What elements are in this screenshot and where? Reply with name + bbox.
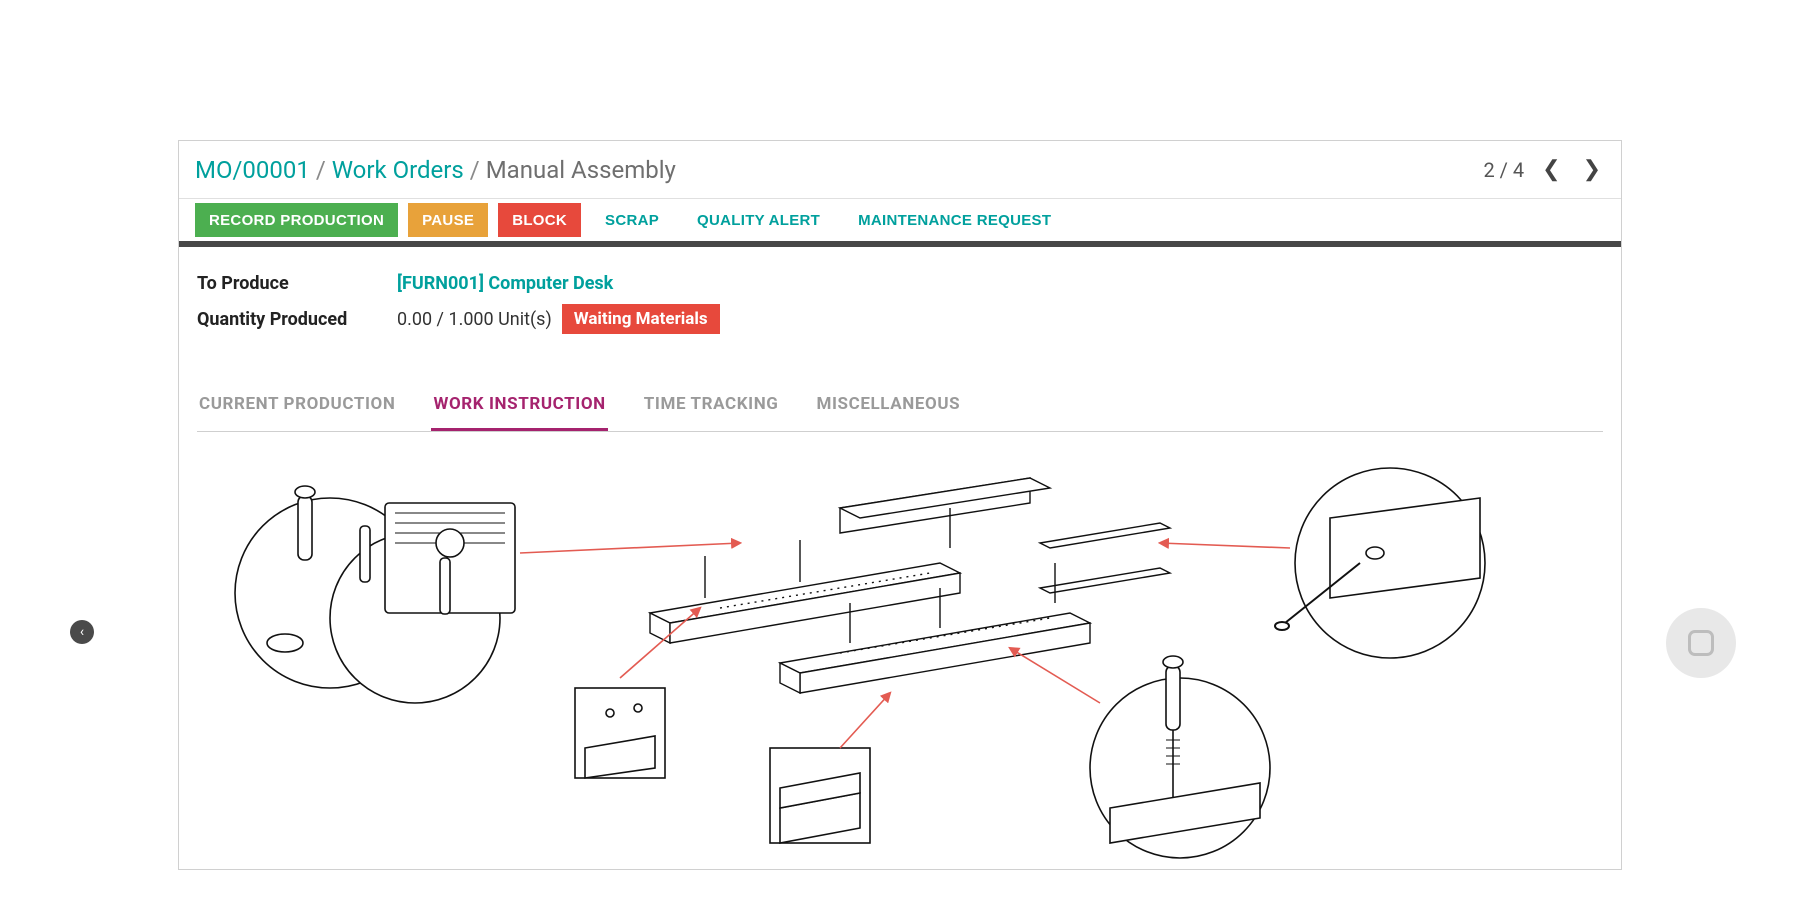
tabs: CURRENT PRODUCTION WORK INSTRUCTION TIME… [197, 382, 1603, 432]
to-produce-value[interactable]: [FURN001] Computer Desk [397, 273, 613, 294]
pager-count: 2 / 4 [1483, 158, 1524, 182]
action-bar: RECORD PRODUCTION PAUSE BLOCK SCRAP QUAL… [179, 199, 1621, 247]
assembly-diagram-svg [197, 448, 1603, 868]
quantity-produced-row: Quantity Produced 0.00 / 1.000 Unit(s) W… [197, 304, 1603, 334]
work-instruction-diagram [197, 448, 1603, 868]
tab-work-instruction[interactable]: WORK INSTRUCTION [431, 382, 607, 431]
status-badge: Waiting Materials [562, 304, 720, 334]
to-produce-row: To Produce [FURN001] Computer Desk [197, 273, 1603, 294]
quantity-produced-label: Quantity Produced [197, 309, 397, 330]
info-block: To Produce [FURN001] Computer Desk Quant… [197, 247, 1603, 356]
chevron-right-icon[interactable]: ❯ [1579, 153, 1605, 186]
quality-alert-button[interactable]: QUALITY ALERT [683, 203, 834, 237]
home-icon [1688, 630, 1714, 656]
breadcrumb-sep: / [470, 156, 480, 184]
maintenance-request-button[interactable]: MAINTENANCE REQUEST [844, 203, 1065, 237]
record-production-button[interactable]: RECORD PRODUCTION [195, 203, 398, 237]
device-back-button[interactable] [70, 620, 94, 644]
tab-miscellaneous[interactable]: MISCELLANEOUS [814, 382, 962, 431]
breadcrumb-current: Manual Assembly [486, 156, 676, 184]
breadcrumb-mo-link[interactable]: MO/00001 [195, 156, 310, 184]
work-order-card: MO/00001 / Work Orders / Manual Assembly… [178, 140, 1622, 870]
device-home-button[interactable] [1666, 608, 1736, 678]
block-button[interactable]: BLOCK [498, 203, 581, 237]
scrap-button[interactable]: SCRAP [591, 203, 673, 237]
content-area: To Produce [FURN001] Computer Desk Quant… [179, 247, 1621, 886]
chevron-left-icon[interactable]: ❮ [1538, 153, 1564, 186]
breadcrumb: MO/00001 / Work Orders / Manual Assembly [195, 156, 676, 184]
to-produce-label: To Produce [197, 273, 397, 294]
quantity-produced-value: 0.00 / 1.000 Unit(s) [397, 309, 552, 330]
tab-current-production[interactable]: CURRENT PRODUCTION [197, 382, 397, 431]
breadcrumb-bar: MO/00001 / Work Orders / Manual Assembly… [179, 141, 1621, 199]
pause-button[interactable]: PAUSE [408, 203, 488, 237]
breadcrumb-sep: / [316, 156, 326, 184]
tab-time-tracking[interactable]: TIME TRACKING [642, 382, 781, 431]
breadcrumb-section-link[interactable]: Work Orders [332, 156, 464, 184]
pager: 2 / 4 ❮ ❯ [1483, 153, 1605, 186]
